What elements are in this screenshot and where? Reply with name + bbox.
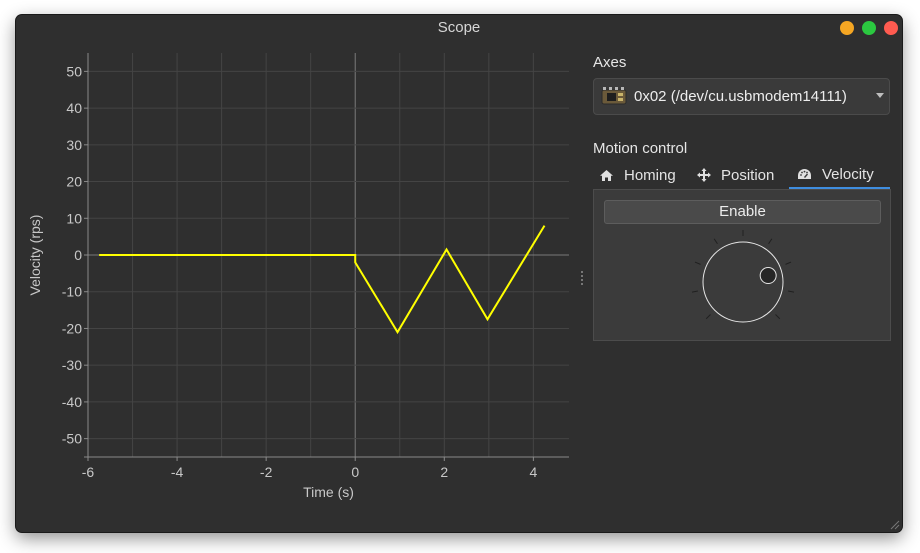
tab-velocity-label: Velocity <box>822 165 874 183</box>
velocity-dial[interactable] <box>688 230 798 330</box>
dropdown-arrow-icon <box>876 93 884 98</box>
y-tick-label: 50 <box>66 63 82 79</box>
dial-tick <box>694 261 701 265</box>
y-axis-label: Velocity (rps) <box>27 215 43 296</box>
y-tick-label: -50 <box>62 431 82 447</box>
motion-tabs: Homing Position Velocity <box>593 161 891 189</box>
resize-grip-icon[interactable] <box>888 518 900 530</box>
velocity-pane: Enable <box>593 189 891 341</box>
tab-velocity[interactable]: Velocity <box>789 161 890 189</box>
y-tick-label: -30 <box>62 357 82 373</box>
y-tick-label: 20 <box>66 174 82 190</box>
dial-tick <box>705 314 711 320</box>
x-tick-label: 4 <box>529 464 537 480</box>
plot-series <box>99 225 546 335</box>
home-icon <box>600 169 613 181</box>
tab-homing[interactable]: Homing <box>599 161 699 189</box>
scope-window: Scope -6 -4 -2 0 2 4 50 40 30 20 10 0 -10 -20 -30 -40 -5… <box>16 15 902 532</box>
dial-knob <box>759 267 777 285</box>
dial-tick <box>713 238 718 245</box>
y-tick-label: 30 <box>66 137 82 153</box>
dial-tick <box>768 238 773 245</box>
dial-tick <box>775 314 781 320</box>
y-tick-label: 40 <box>66 100 82 116</box>
gauge-icon <box>798 168 811 179</box>
dial-tick <box>691 290 698 293</box>
control-panel: Axes 0x02 (/dev/cu.usbmodem14111) Motion… <box>593 41 893 521</box>
x-tick-label: 0 <box>351 464 359 480</box>
motion-control-label: Motion control <box>593 140 688 157</box>
move-arrows-icon <box>697 168 711 182</box>
close-button[interactable] <box>884 21 898 35</box>
y-tick-label: -20 <box>62 320 82 336</box>
x-axis-label: Time (s) <box>303 484 354 500</box>
tab-position[interactable]: Position <box>697 161 797 189</box>
x-tick-label: -6 <box>82 464 95 480</box>
x-tick-label: 2 <box>440 464 448 480</box>
axis-select[interactable]: 0x02 (/dev/cu.usbmodem14111) <box>593 78 890 115</box>
velocity-plot[interactable]: -6 -4 -2 0 2 450403020100-10-20-30-40-50Time … <box>16 15 586 525</box>
circuit-board-icon <box>601 87 627 105</box>
enable-button[interactable]: Enable <box>604 200 881 224</box>
plot-axes <box>84 53 569 461</box>
dial-tick <box>785 261 792 265</box>
x-tick-label: -4 <box>171 464 184 480</box>
y-tick-label: -10 <box>62 284 82 300</box>
maximize-button[interactable] <box>862 21 876 35</box>
y-tick-label: -40 <box>62 394 82 410</box>
axes-label: Axes <box>593 54 627 71</box>
plot-labels: -6 -4 -2 0 2 450403020100-10-20-30-40-50Time … <box>27 63 583 500</box>
y-tick-label: 0 <box>74 247 82 263</box>
axis-select-value: 0x02 (/dev/cu.usbmodem14111) <box>634 88 847 105</box>
dial-tick <box>788 290 795 293</box>
tab-homing-label: Homing <box>624 166 676 184</box>
velocity-series-line <box>99 225 546 335</box>
minimize-button[interactable] <box>840 21 854 35</box>
x-tick-label: -2 <box>260 464 273 480</box>
y-tick-label: 10 <box>66 210 82 226</box>
tab-position-label: Position <box>721 166 775 184</box>
